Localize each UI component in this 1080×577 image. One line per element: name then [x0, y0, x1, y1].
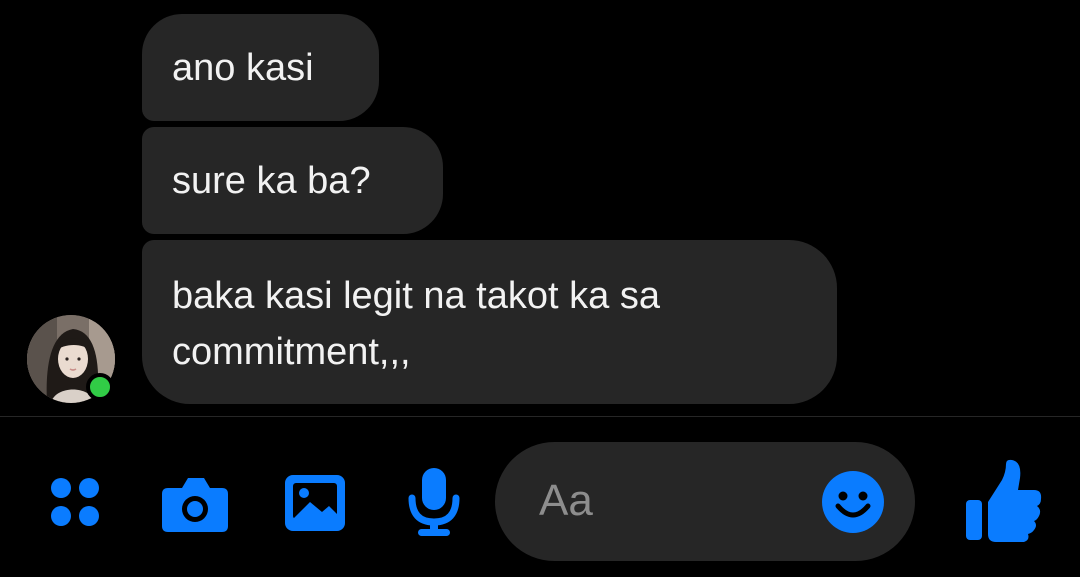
message-text: ano kasi [172, 47, 314, 89]
chat-screen: ano kasi sure ka ba? baka kasi legit na … [0, 0, 1080, 577]
message-text: sure ka ba? [172, 160, 371, 202]
apps-grid-icon[interactable] [48, 476, 104, 532]
message-bubble[interactable]: baka kasi legit na takot ka sa commitmen… [142, 240, 837, 404]
message-bubble[interactable]: ano kasi [142, 14, 379, 121]
divider [0, 416, 1080, 417]
online-status-indicator [86, 373, 114, 401]
thumbs-up-icon[interactable] [962, 458, 1046, 544]
camera-icon[interactable] [160, 474, 230, 534]
emoji-icon[interactable] [821, 470, 885, 534]
message-input[interactable] [539, 473, 809, 529]
message-bubble[interactable]: sure ka ba? [142, 127, 443, 234]
gallery-icon[interactable] [282, 472, 348, 534]
message-composer[interactable] [495, 442, 915, 561]
message-text: baka kasi legit na takot ka sa commitmen… [172, 275, 660, 373]
microphone-icon[interactable] [404, 466, 464, 538]
